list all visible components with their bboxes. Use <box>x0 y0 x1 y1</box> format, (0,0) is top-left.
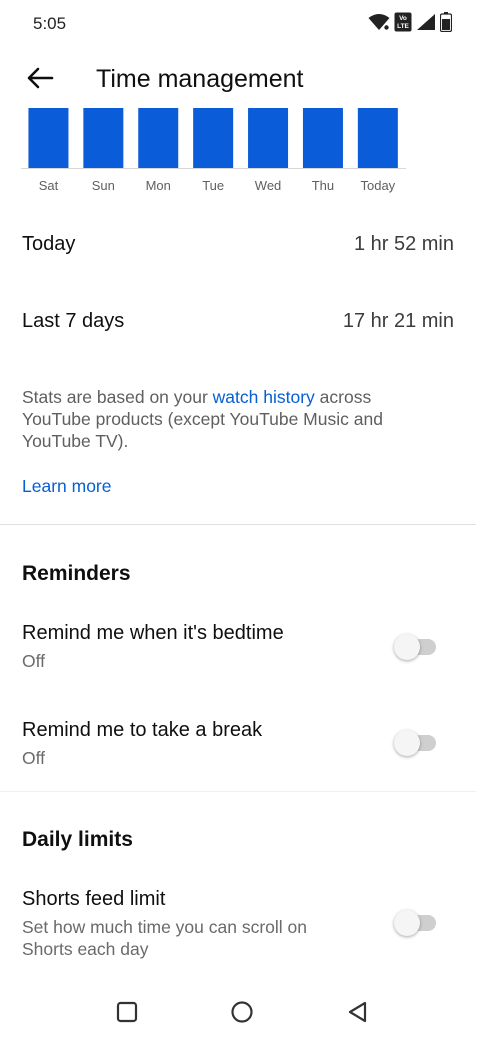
setting-status: Off <box>22 748 46 768</box>
toggle-thumb <box>394 910 420 936</box>
back-triangle-icon <box>346 1000 368 1029</box>
status-icons: Vo LTE <box>368 12 452 32</box>
stat-today-row: Today 1 hr 52 min <box>22 224 454 264</box>
chart-label-tue: Tue <box>202 178 224 193</box>
chart-label-mon: Mon <box>146 178 171 193</box>
page-title: Time management <box>96 65 304 93</box>
stats-info-text: Stats are based on your watch history ac… <box>22 386 442 452</box>
setting-description: Set how much time you can scroll on Shor… <box>22 917 307 959</box>
shorts-feed-limit-row[interactable]: Shorts feed limit Set how much time you … <box>0 878 480 968</box>
setting-title: Shorts feed limit <box>22 888 166 910</box>
break-reminder-toggle[interactable] <box>394 730 440 756</box>
recents-button[interactable] <box>112 999 142 1029</box>
shorts-feed-limit-toggle[interactable] <box>394 910 440 936</box>
stat-week-row: Last 7 days 17 hr 21 min <box>22 301 454 341</box>
chart-bar-mon <box>138 108 179 168</box>
back-button[interactable] <box>20 60 60 100</box>
stat-week-label: Last 7 days <box>22 309 125 332</box>
watch-time-chart-svg: Sat Sun Mon Tue Wed Thu Today <box>21 108 406 193</box>
chart-label-thu: Thu <box>312 178 334 193</box>
toggle-thumb <box>394 730 420 756</box>
setting-status: Off <box>22 651 46 671</box>
system-nav-bar <box>0 985 480 1041</box>
watch-history-link[interactable]: watch history <box>213 387 315 407</box>
setting-title: Remind me when it's bedtime <box>22 622 284 644</box>
volte-label-bottom: LTE <box>397 23 409 30</box>
volte-label-top: Vo <box>399 15 407 22</box>
volte-icon: Vo LTE <box>394 12 412 32</box>
section-divider <box>0 791 476 792</box>
info-text-before: Stats are based on your <box>22 387 213 407</box>
reminders-section-title: Reminders <box>22 562 131 585</box>
home-circle-icon <box>230 1000 254 1029</box>
wifi-icon <box>368 13 390 31</box>
stat-today-value: 1 hr 52 min <box>353 232 454 255</box>
battery-icon <box>440 12 452 32</box>
home-button[interactable] <box>227 999 257 1029</box>
toggle-thumb <box>394 634 420 660</box>
arrow-back-icon <box>26 66 54 95</box>
chart-bar-thu <box>302 108 343 168</box>
signal-icon <box>416 13 436 31</box>
chart-label-today: Today <box>360 178 395 193</box>
back-nav-button[interactable] <box>342 999 372 1029</box>
chart-bar-sun <box>83 108 124 168</box>
chart-bar-tue <box>193 108 234 168</box>
daily-limits-section-title: Daily limits <box>22 828 133 851</box>
status-bar: 5:05 Vo LTE <box>0 0 480 48</box>
bedtime-reminder-toggle[interactable] <box>394 634 440 660</box>
section-divider <box>0 524 476 525</box>
learn-more-link[interactable]: Learn more <box>22 476 112 497</box>
break-reminder-row[interactable]: Remind me to take a break Off <box>0 709 480 789</box>
chart-bar-wed <box>248 108 289 168</box>
recents-square-icon <box>116 1001 138 1028</box>
watch-time-chart: Sat Sun Mon Tue Wed Thu Today <box>0 108 480 203</box>
chart-label-sat: Sat <box>39 178 59 193</box>
bedtime-reminder-row[interactable]: Remind me when it's bedtime Off <box>0 612 480 692</box>
chart-bar-today <box>357 108 398 168</box>
stat-today-label: Today <box>22 232 76 255</box>
setting-title: Remind me to take a break <box>22 719 263 741</box>
chart-label-wed: Wed <box>255 178 282 193</box>
chart-label-sun: Sun <box>92 178 115 193</box>
stat-week-value: 17 hr 21 min <box>342 309 454 332</box>
chart-bar-sat <box>28 108 69 168</box>
status-time: 5:05 <box>33 14 67 33</box>
app-bar: Time management <box>0 52 480 108</box>
